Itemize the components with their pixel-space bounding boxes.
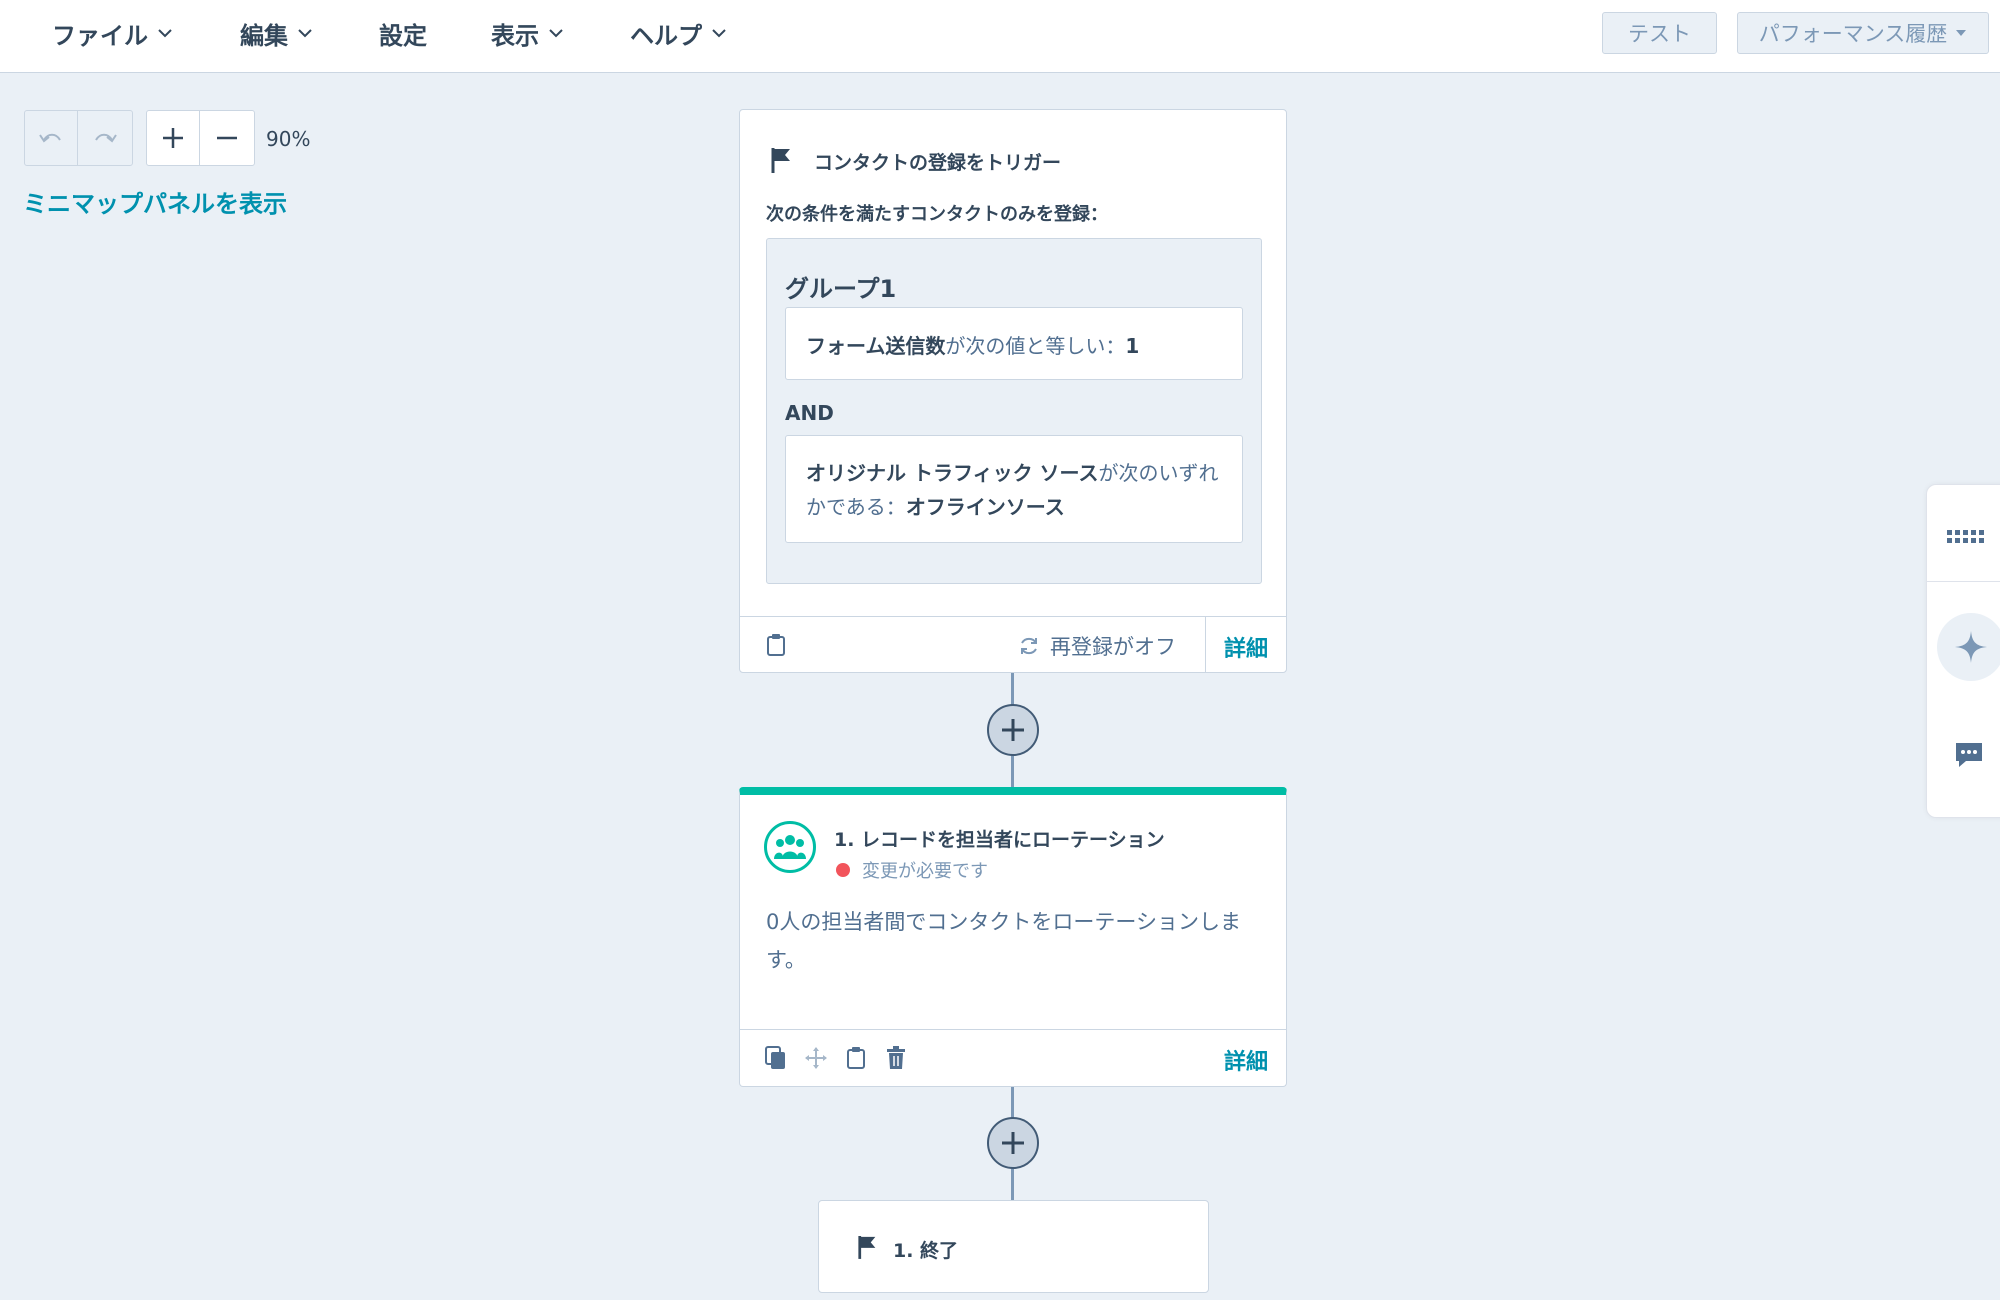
duplicate-button[interactable] — [760, 1042, 792, 1074]
chevron-down-icon — [158, 29, 172, 38]
action-card[interactable]: 1. レコードを担当者にローテーション 変更が必要です 0人の担当者間でコンタク… — [739, 787, 1287, 1087]
clipboard-icon — [767, 634, 785, 656]
action-status: 変更が必要です — [836, 857, 988, 883]
reenroll-status[interactable]: 再登録がオフ — [1018, 631, 1176, 661]
condition-1-operator: が次の値と等しい： — [945, 334, 1126, 358]
trigger-details-link[interactable]: 詳細 — [1224, 631, 1268, 663]
menu-file[interactable]: ファイル — [52, 16, 174, 50]
plus-icon — [163, 128, 183, 148]
end-title: 1. 終了 — [893, 1240, 959, 1262]
filter-group: グループ1 フォーム送信数が次の値と等しい：1 AND オリジナル トラフィック… — [766, 238, 1262, 584]
right-side-panel — [1926, 484, 2000, 818]
rotate-owner-icon — [764, 821, 816, 873]
trigger-card[interactable]: コンタクトの登録をトリガー 次の条件を満たすコンタクトのみを登録： グループ1 … — [739, 109, 1287, 673]
trigger-subtitle: 次の条件を満たすコンタクトのみを登録： — [766, 204, 1108, 225]
panel-divider — [1927, 581, 2000, 582]
action-status-label: 変更が必要です — [862, 861, 988, 882]
people-icon — [774, 835, 806, 859]
and-label: AND — [785, 401, 834, 425]
undo-redo-group — [24, 110, 133, 166]
condition-1-value: 1 — [1125, 334, 1140, 358]
menu-file-label: ファイル — [52, 21, 148, 50]
menu-help-label: ヘルプ — [630, 21, 702, 50]
top-menu-bar: ファイル 編集 設定 表示 ヘルプ テスト パフォーマンス履歴 — [0, 0, 2000, 73]
clipboard-icon — [847, 1047, 865, 1069]
plus-icon — [1002, 1132, 1024, 1154]
chevron-down-icon — [298, 29, 312, 38]
clipboard-button[interactable] — [840, 1042, 872, 1074]
redo-icon — [94, 133, 117, 143]
action-title: 1. レコードを担当者にローテーション — [834, 829, 1165, 851]
end-card[interactable]: 1. 終了 — [818, 1200, 1209, 1293]
add-action-button[interactable] — [987, 1117, 1039, 1169]
reenroll-label: 再登録がオフ — [1050, 635, 1176, 659]
trigger-card-footer: 再登録がオフ 詳細 — [740, 616, 1286, 673]
test-button[interactable]: テスト — [1602, 12, 1717, 54]
copy-button[interactable] — [760, 629, 792, 661]
minus-icon — [216, 136, 237, 140]
delete-button[interactable] — [880, 1042, 912, 1074]
menu-edit[interactable]: 編集 — [240, 16, 314, 50]
performance-history-button[interactable]: パフォーマンス履歴 — [1737, 12, 1989, 54]
move-button[interactable] — [800, 1042, 832, 1074]
menu-edit-label: 編集 — [240, 21, 288, 50]
flag-icon — [858, 1236, 876, 1259]
show-minimap-link[interactable]: ミニマップパネルを表示 — [23, 184, 287, 219]
flag-icon — [771, 148, 790, 173]
grid-dots-icon — [1947, 530, 1984, 543]
action-details-link[interactable]: 詳細 — [1224, 1044, 1268, 1076]
menu-help[interactable]: ヘルプ — [630, 16, 728, 50]
group-title: グループ1 — [785, 275, 897, 303]
move-icon — [805, 1047, 827, 1069]
redo-button[interactable] — [78, 111, 131, 165]
footer-divider — [1205, 617, 1206, 673]
sparkle-icon — [1955, 631, 1987, 663]
ai-assistant-button[interactable] — [1937, 613, 2000, 681]
comments-button[interactable] — [1949, 735, 1989, 775]
action-card-footer: 詳細 — [740, 1029, 1286, 1087]
condition-1-property: フォーム送信数 — [806, 334, 946, 358]
performance-history-label: パフォーマンス履歴 — [1758, 22, 1948, 46]
test-button-label: テスト — [1628, 22, 1691, 46]
zoom-group — [146, 110, 255, 166]
refresh-icon — [1021, 637, 1037, 655]
plus-icon — [1002, 719, 1024, 741]
menu-view-label: 表示 — [491, 21, 539, 50]
trigger-title: コンタクトの登録をトリガー — [814, 152, 1062, 174]
chevron-down-icon — [712, 29, 726, 38]
add-action-button[interactable] — [987, 704, 1039, 756]
zoom-in-button[interactable] — [147, 111, 200, 165]
condition-2-property: オリジナル トラフィック ソース — [806, 461, 1099, 485]
caret-down-icon — [1956, 30, 1967, 36]
zoom-out-button[interactable] — [200, 111, 253, 165]
comment-icon — [1956, 743, 1982, 767]
menu-settings[interactable]: 設定 — [379, 16, 427, 50]
condition-2-value: オフラインソース — [905, 495, 1065, 519]
menu-view[interactable]: 表示 — [491, 16, 565, 50]
action-description: 0人の担当者間でコンタクトをローテーションします。 — [766, 910, 1241, 972]
undo-button[interactable] — [25, 111, 78, 165]
copy-icon — [765, 1046, 785, 1069]
condition-2[interactable]: オリジナル トラフィック ソースが次のいずれかである：オフラインソース — [785, 435, 1243, 543]
apps-button[interactable] — [1945, 515, 1989, 559]
condition-1[interactable]: フォーム送信数が次の値と等しい：1 — [785, 307, 1243, 380]
trash-icon — [887, 1046, 905, 1069]
chevron-down-icon — [549, 29, 563, 38]
error-dot-icon — [836, 863, 850, 877]
undo-icon — [39, 133, 61, 143]
zoom-level: 90% — [266, 127, 311, 151]
menu-settings-label: 設定 — [379, 21, 427, 50]
